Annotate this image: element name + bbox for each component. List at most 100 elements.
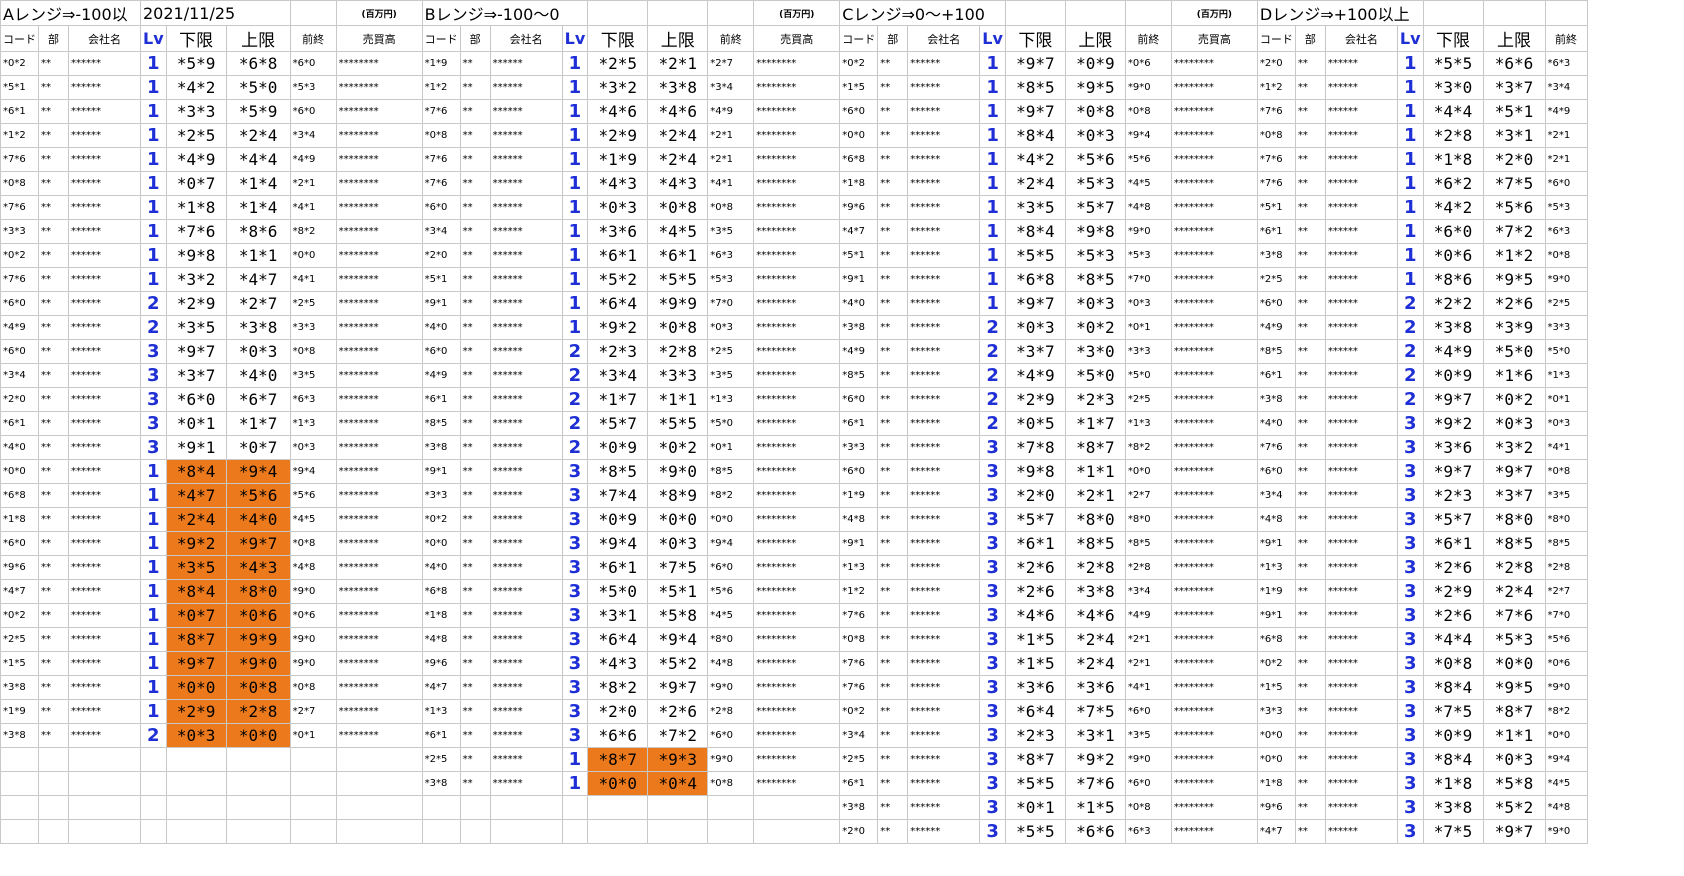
prev-close-cell[interactable]: *0*1: [707, 435, 755, 460]
sales-volume-cell[interactable]: ********: [1170, 435, 1258, 460]
company-name-cell[interactable]: ******: [1324, 699, 1398, 724]
division-cell[interactable]: **: [1294, 99, 1326, 124]
division-cell[interactable]: **: [38, 99, 69, 124]
code-cell[interactable]: *6*1: [1256, 219, 1296, 244]
upper-limit-cell[interactable]: *5*6: [1482, 195, 1546, 220]
sales-volume-cell[interactable]: ********: [335, 411, 423, 436]
division-cell[interactable]: **: [877, 363, 909, 388]
code-cell[interactable]: *0*2: [421, 507, 461, 532]
lower-limit-cell[interactable]: *6*1: [587, 243, 649, 268]
prev-close-cell[interactable]: *2*1: [707, 147, 755, 172]
sales-volume-cell[interactable]: ********: [335, 723, 423, 748]
empty-cell[interactable]: [38, 747, 69, 772]
prev-close-cell[interactable]: *5*0: [707, 411, 755, 436]
upper-limit-cell[interactable]: *0*3: [1482, 747, 1546, 772]
level-cell[interactable]: 1: [140, 267, 167, 292]
code-cell[interactable]: *1*2: [0, 123, 39, 148]
division-cell[interactable]: **: [877, 651, 909, 676]
division-cell[interactable]: **: [459, 651, 491, 676]
company-name-cell[interactable]: ******: [489, 267, 563, 292]
upper-limit-cell[interactable]: *9*4: [225, 459, 291, 484]
sales-volume-cell[interactable]: ********: [753, 171, 841, 196]
sales-volume-cell[interactable]: ********: [335, 555, 423, 580]
division-cell[interactable]: **: [1294, 147, 1326, 172]
sales-volume-cell[interactable]: ********: [753, 363, 841, 388]
company-name-cell[interactable]: ******: [907, 603, 981, 628]
prev-close-cell[interactable]: *8*2: [707, 483, 755, 508]
code-cell[interactable]: *2*0: [839, 819, 879, 844]
upper-limit-cell[interactable]: *9*7: [225, 531, 291, 556]
code-cell[interactable]: *6*0: [421, 195, 461, 220]
division-cell[interactable]: **: [38, 75, 69, 100]
prev-close-cell[interactable]: *4*1: [289, 267, 337, 292]
upper-limit-cell[interactable]: *1*7: [1064, 411, 1126, 436]
company-name-cell[interactable]: ******: [489, 411, 563, 436]
lower-limit-cell[interactable]: *9*7: [165, 651, 227, 676]
prev-close-cell[interactable]: *8*0: [1544, 507, 1588, 532]
sales-volume-cell[interactable]: ********: [1170, 795, 1258, 820]
upper-limit-cell[interactable]: *6*8: [225, 51, 291, 76]
company-name-cell[interactable]: ******: [907, 723, 981, 748]
upper-limit-cell[interactable]: *7*6: [1064, 771, 1126, 796]
code-cell[interactable]: *3*3: [1256, 699, 1296, 724]
unit-label[interactable]: (百万円): [1170, 0, 1258, 26]
code-cell[interactable]: *1*3: [421, 699, 461, 724]
prev-close-cell[interactable]: *3*4: [707, 75, 755, 100]
empty-cell[interactable]: [68, 819, 141, 844]
code-cell[interactable]: *4*7: [0, 579, 39, 604]
code-cell[interactable]: *7*6: [1256, 99, 1296, 124]
company-name-cell[interactable]: ******: [68, 531, 141, 556]
code-cell[interactable]: *0*0: [421, 531, 461, 556]
division-cell[interactable]: **: [459, 723, 491, 748]
upper-limit-cell[interactable]: *5*3: [1064, 171, 1126, 196]
company-name-cell[interactable]: ******: [68, 291, 141, 316]
upper-limit-cell[interactable]: *6*7: [225, 387, 291, 412]
lower-limit-cell[interactable]: *1*8: [1422, 771, 1484, 796]
lower-limit-cell[interactable]: *1*5: [1004, 651, 1066, 676]
code-cell[interactable]: *3*8: [1256, 387, 1296, 412]
code-cell[interactable]: *3*8: [421, 771, 461, 796]
lower-limit-cell[interactable]: *2*4: [1004, 171, 1066, 196]
code-cell[interactable]: *9*6: [1256, 795, 1296, 820]
division-cell[interactable]: **: [877, 267, 909, 292]
upper-limit-cell[interactable]: *7*2: [647, 723, 709, 748]
code-cell[interactable]: *0*0: [1256, 747, 1296, 772]
company-name-cell[interactable]: ******: [907, 75, 981, 100]
lower-limit-cell[interactable]: *0*9: [587, 507, 649, 532]
company-name-cell[interactable]: ******: [68, 651, 141, 676]
division-cell[interactable]: **: [38, 267, 69, 292]
code-cell[interactable]: *6*1: [421, 387, 461, 412]
upper-limit-cell[interactable]: *0*3: [225, 339, 291, 364]
company-name-cell[interactable]: ******: [1324, 123, 1398, 148]
level-cell[interactable]: 3: [140, 339, 167, 364]
level-cell[interactable]: 1: [979, 195, 1006, 220]
company-name-cell[interactable]: ******: [907, 795, 981, 820]
header-company[interactable]: 会社名: [68, 25, 141, 52]
empty-cell[interactable]: [68, 747, 141, 772]
header-company[interactable]: 会社名: [489, 25, 563, 52]
upper-limit-cell[interactable]: *0*7: [225, 435, 291, 460]
lower-limit-cell[interactable]: *9*7: [1004, 291, 1066, 316]
code-cell[interactable]: *9*1: [1256, 603, 1296, 628]
upper-limit-cell[interactable]: *0*3: [1482, 411, 1546, 436]
company-name-cell[interactable]: ******: [907, 483, 981, 508]
company-name-cell[interactable]: ******: [68, 699, 141, 724]
upper-limit-cell[interactable]: *5*8: [1482, 771, 1546, 796]
empty-cell[interactable]: [289, 795, 337, 820]
company-name-cell[interactable]: ******: [907, 411, 981, 436]
lower-limit-cell[interactable]: *3*7: [1004, 339, 1066, 364]
upper-limit-cell[interactable]: *8*7: [1064, 435, 1126, 460]
division-cell[interactable]: **: [1294, 171, 1326, 196]
sales-volume-cell[interactable]: ********: [1170, 99, 1258, 124]
upper-limit-cell[interactable]: *0*3: [647, 531, 709, 556]
sales-volume-cell[interactable]: ********: [335, 699, 423, 724]
level-cell[interactable]: 1: [140, 483, 167, 508]
level-cell[interactable]: 1: [140, 51, 167, 76]
lower-limit-cell[interactable]: *0*3: [165, 723, 227, 748]
level-cell[interactable]: 1: [561, 171, 589, 196]
division-cell[interactable]: **: [459, 171, 491, 196]
upper-limit-cell[interactable]: *4*3: [647, 171, 709, 196]
empty-cell[interactable]: [459, 795, 491, 820]
code-cell[interactable]: *6*8: [839, 147, 879, 172]
prev-close-cell[interactable]: *2*8: [1124, 555, 1172, 580]
